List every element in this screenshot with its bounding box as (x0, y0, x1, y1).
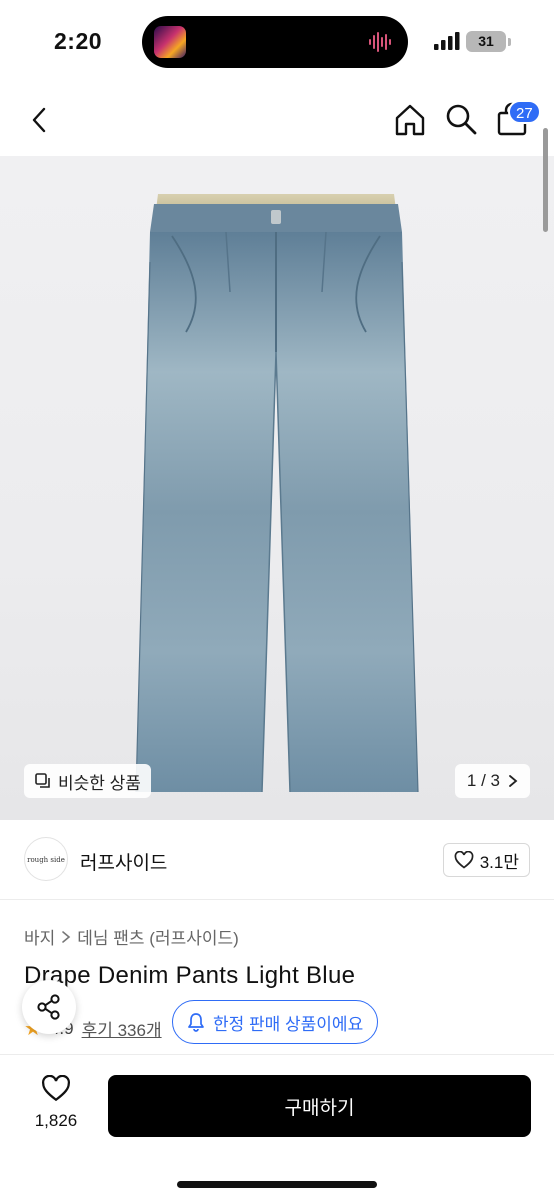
breadcrumb: 바지 데님 팬츠 (러프사이드) (24, 924, 239, 949)
bell-icon (188, 1013, 204, 1032)
breadcrumb-item-category[interactable]: 바지 (24, 924, 55, 949)
share-button[interactable] (22, 980, 76, 1034)
status-bar: 2:20 31 (0, 0, 554, 84)
battery-icon: 31 (466, 31, 506, 52)
breadcrumb-item-subcategory[interactable]: 데님 팬츠 (러프사이드) (77, 924, 239, 949)
heart-icon (42, 1074, 70, 1102)
limited-sale-notice[interactable]: 한정 판매 상품이에요 (172, 1000, 379, 1044)
brand-like-count: 3.1만 (479, 852, 519, 872)
product-image-jeans (135, 194, 419, 792)
image-pager-button[interactable]: 1 / 3 (454, 764, 530, 798)
brand-row[interactable]: rough side 러프사이드 3.1만 (0, 820, 554, 900)
search-icon[interactable] (444, 102, 478, 136)
brand-logo[interactable]: rough side (24, 837, 68, 881)
back-arrow-icon[interactable] (24, 104, 56, 136)
brand-name[interactable]: 러프사이드 (80, 848, 167, 875)
scroll-indicator (543, 128, 548, 232)
chevron-right-icon (509, 775, 518, 787)
image-pager-label: 1 / 3 (466, 771, 500, 790)
heart-icon (454, 851, 474, 869)
cart-count-badge: 27 (508, 100, 541, 124)
brand-like-button[interactable]: 3.1만 (442, 843, 530, 877)
top-nav (0, 84, 554, 156)
battery-tip (508, 38, 511, 46)
now-playing-artwork (154, 26, 186, 58)
similar-products-label: 비슷한 상품 (58, 773, 141, 793)
similar-products-button[interactable]: 비슷한 상품 (24, 764, 151, 798)
product-image-gallery[interactable]: 비슷한 상품 1 / 3 (0, 156, 554, 820)
bottom-action-bar: 1,826 구매하기 (0, 1054, 554, 1200)
status-time: 2:20 (54, 28, 103, 54)
cellular-signal-icon (434, 32, 460, 50)
buy-button[interactable]: 구매하기 (108, 1075, 531, 1137)
brand-logo-text: rough side (27, 856, 65, 864)
audio-wave-icon (369, 32, 391, 52)
product-title: Drape Denim Pants Light Blue (24, 962, 356, 989)
wishlist-count: 1,826 (34, 1111, 78, 1130)
home-indicator (177, 1181, 377, 1188)
home-icon[interactable] (392, 102, 428, 138)
reviews-link[interactable]: 후기 336개 (82, 1016, 162, 1041)
share-icon (37, 994, 60, 1020)
wishlist-button[interactable]: 1,826 (24, 1074, 88, 1131)
chevron-right-icon (62, 930, 71, 943)
battery-level: 31 (478, 33, 494, 49)
dynamic-island[interactable] (142, 16, 408, 68)
copy-icon (35, 773, 50, 788)
limited-sale-label: 한정 판매 상품이에요 (213, 1014, 364, 1034)
